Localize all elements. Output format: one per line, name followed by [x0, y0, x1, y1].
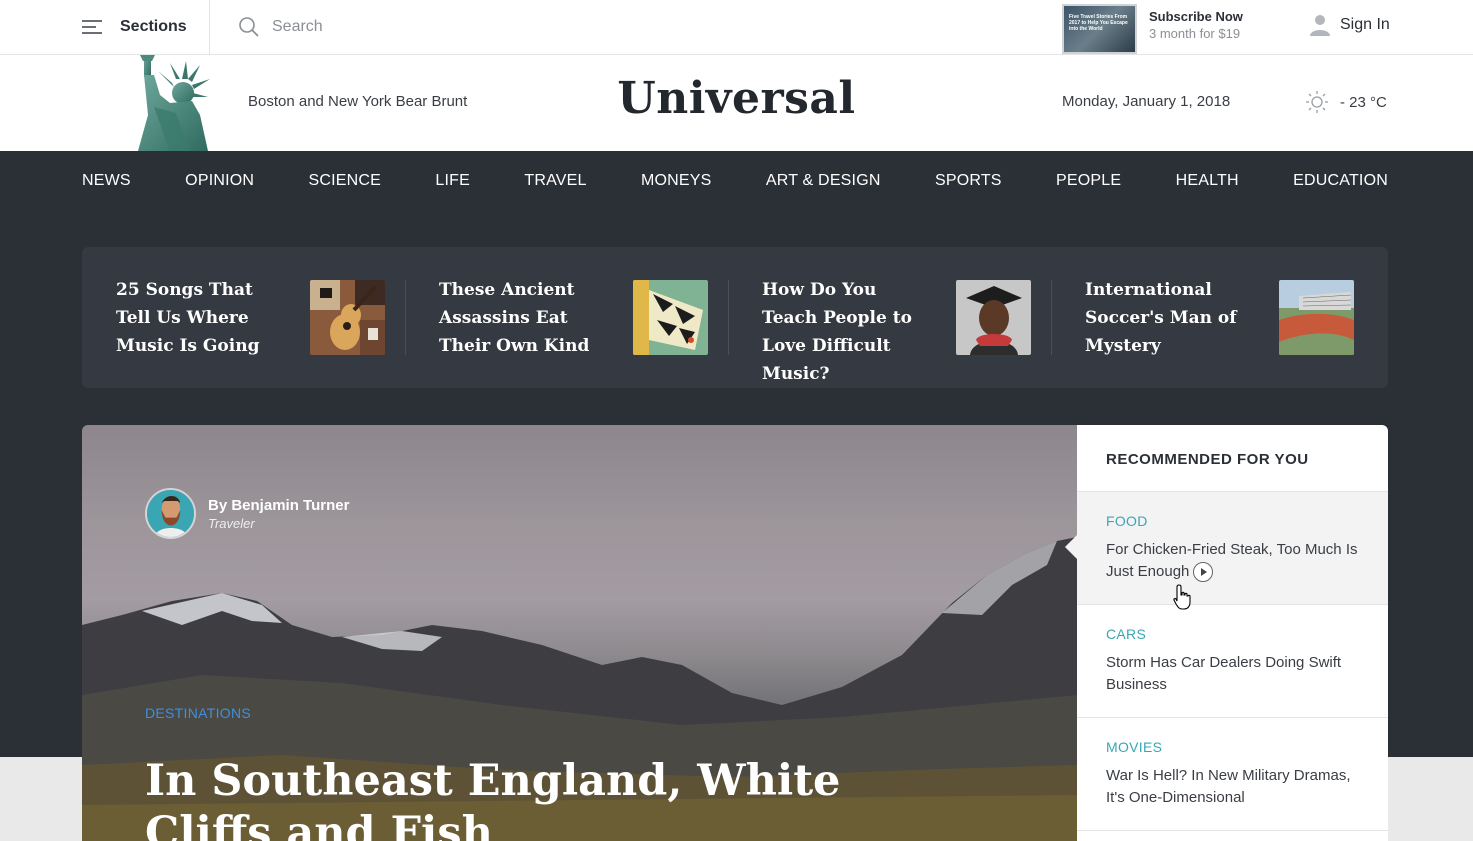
recommended-item[interactable]: CARS Storm Has Car Dealers Doing Swift B… [1077, 605, 1388, 718]
user-icon [1310, 15, 1330, 36]
subscribe-promo[interactable]: Subscribe Now 3 month for $19 [1149, 9, 1243, 41]
top-stories-strip: 25 Songs That Tell Us Where Music Is Goi… [82, 247, 1388, 388]
top-story-card[interactable]: These Ancient Assassins Eat Their Own Ki… [405, 247, 729, 388]
top-story-title[interactable]: How Do You Teach People to Love Difficul… [762, 276, 932, 388]
search-bar[interactable] [238, 12, 838, 42]
hamburger-icon [82, 19, 102, 35]
author-byline[interactable]: By Benjamin Turner Traveler [145, 488, 349, 539]
top-story-card[interactable]: International Soccer's Man of Mystery [1051, 247, 1374, 388]
play-icon[interactable] [1193, 562, 1214, 583]
recommended-heading: RECOMMENDED FOR YOU [1077, 425, 1388, 492]
hero-feature[interactable]: By Benjamin Turner Traveler DESTINATIONS… [82, 425, 1077, 841]
recommended-title[interactable]: War Is Hell? In New Military Dramas, It'… [1106, 765, 1359, 809]
top-story-title[interactable]: International Soccer's Man of Mystery [1085, 276, 1255, 360]
nav-science[interactable]: SCIENCE [309, 172, 382, 190]
subscribe-title[interactable]: Subscribe Now [1149, 9, 1243, 24]
hero-category[interactable]: DESTINATIONS [145, 705, 251, 721]
nav-travel[interactable]: TRAVEL [524, 172, 586, 190]
recommended-title[interactable]: Storm Has Car Dealers Doing Swift Busine… [1106, 652, 1359, 696]
sections-menu-button[interactable]: Sections [82, 0, 187, 54]
hand-cursor-icon [1173, 584, 1191, 610]
masthead: Boston and New York Bear Brunt Universal… [0, 55, 1473, 151]
recommended-item[interactable]: MOVIES War Is Hell? In New Military Dram… [1077, 718, 1388, 831]
portrait-thumbnail[interactable] [956, 280, 1031, 355]
sun-icon [1306, 91, 1328, 113]
nav-health[interactable]: HEALTH [1176, 172, 1239, 190]
weather-widget: - 23 °C [1306, 91, 1387, 113]
recommended-item[interactable]: FOOD For Chicken-Fried Steak, Too Much I… [1065, 492, 1388, 605]
nav-life[interactable]: LIFE [435, 172, 470, 190]
top-story-title[interactable]: These Ancient Assassins Eat Their Own Ki… [439, 276, 609, 360]
subscribe-thumbnail[interactable]: Five Travel Stories From 2017 to Help Yo… [1062, 4, 1137, 54]
subscribe-thumbnail-text: Five Travel Stories From 2017 to Help Yo… [1069, 14, 1128, 32]
nav-art-design[interactable]: ART & DESIGN [766, 172, 881, 190]
main-navigation: NEWS OPINION SCIENCE LIFE TRAVEL MONEYS … [82, 151, 1388, 211]
sign-in-button[interactable]: Sign In [1310, 14, 1390, 36]
nav-opinion[interactable]: OPINION [185, 172, 254, 190]
top-story-card[interactable]: How Do You Teach People to Love Difficul… [728, 247, 1052, 388]
nav-education[interactable]: EDUCATION [1293, 172, 1388, 190]
temperature: - 23 °C [1340, 93, 1387, 111]
recommended-category[interactable]: CARS [1106, 626, 1359, 642]
butterfly-thumbnail[interactable] [633, 280, 708, 355]
nav-news[interactable]: NEWS [82, 172, 131, 190]
recommended-category[interactable]: FOOD [1106, 513, 1359, 529]
recommended-panel: RECOMMENDED FOR YOU FOOD For Chicken-Fri… [1065, 425, 1388, 841]
nav-people[interactable]: PEOPLE [1056, 172, 1121, 190]
hero-headline[interactable]: In Southeast England, White Cliffs and F… [145, 755, 865, 841]
author-name[interactable]: By Benjamin Turner [208, 497, 349, 514]
nav-sports[interactable]: SPORTS [935, 172, 1002, 190]
sections-label: Sections [120, 18, 187, 35]
top-story-title[interactable]: 25 Songs That Tell Us Where Music Is Goi… [116, 276, 286, 360]
search-icon [239, 17, 259, 37]
search-input[interactable] [272, 18, 672, 36]
stadium-thumbnail[interactable] [1279, 280, 1354, 355]
subscribe-offer: 3 month for $19 [1149, 26, 1241, 41]
recommended-category[interactable]: MOVIES [1106, 739, 1359, 755]
top-story-card[interactable]: 25 Songs That Tell Us Where Music Is Goi… [82, 247, 406, 388]
author-avatar[interactable] [145, 488, 196, 539]
current-date: Monday, January 1, 2018 [1062, 93, 1231, 110]
site-logo[interactable]: Universal [0, 73, 1473, 124]
guitar-thumbnail[interactable] [310, 280, 385, 355]
divider [209, 0, 210, 54]
author-role: Traveler [208, 515, 255, 531]
recommended-title[interactable]: For Chicken-Fried Steak, Too Much Is Jus… [1106, 541, 1357, 580]
nav-moneys[interactable]: MONEYS [641, 172, 712, 190]
sign-in-label: Sign In [1340, 16, 1390, 33]
top-utility-bar: Sections Five Travel Stories From 2017 t… [0, 0, 1473, 55]
